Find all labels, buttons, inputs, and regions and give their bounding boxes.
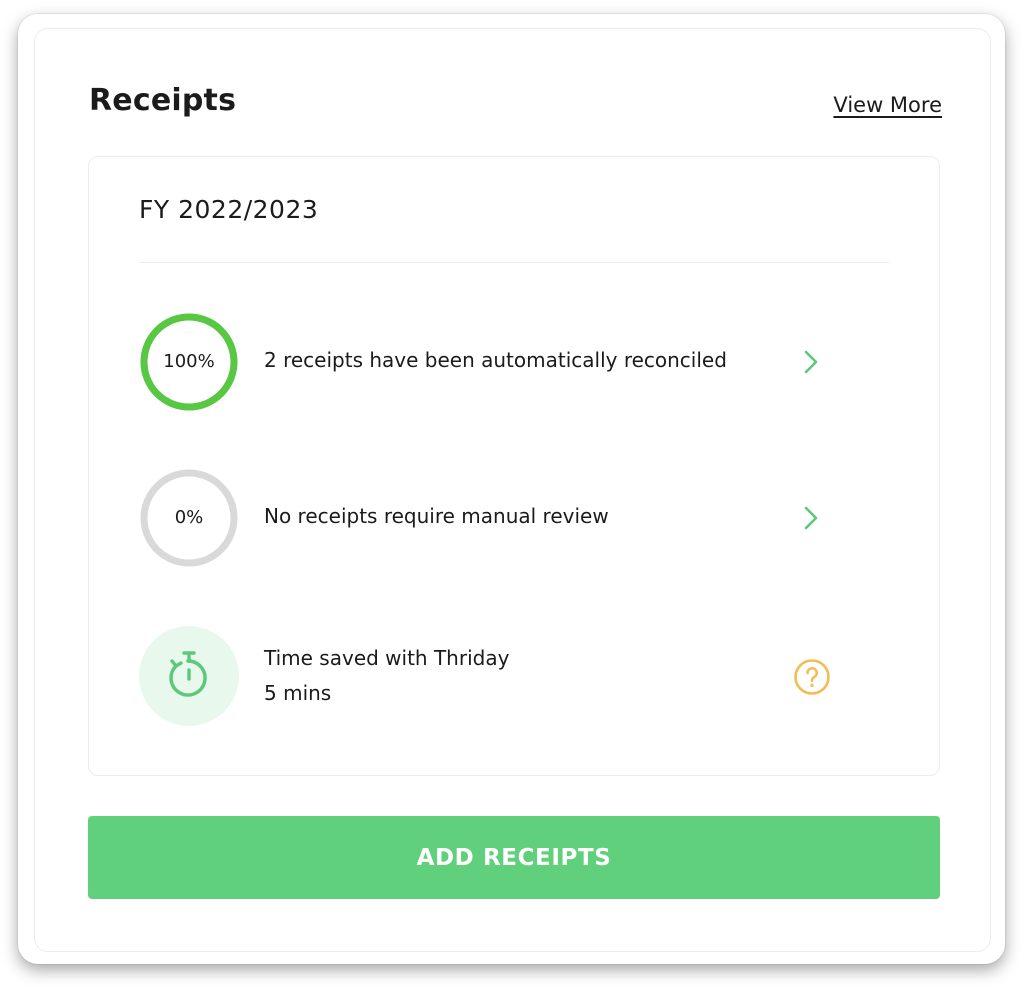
receipts-window: Receipts View More FY 2022/2023 100% 2 r… <box>18 14 1005 964</box>
manual-review-percent: 0% <box>174 507 204 528</box>
reconciled-row[interactable]: 100% 2 receipts have been automatically … <box>139 312 889 412</box>
manual-review-row[interactable]: 0% No receipts require manual review <box>139 468 889 568</box>
chevron-right-icon[interactable] <box>801 504 821 532</box>
question-circle-icon[interactable] <box>793 658 831 696</box>
fy-summary-panel: FY 2022/2023 100% 2 receipts have been a… <box>88 156 940 776</box>
receipts-card: Receipts View More FY 2022/2023 100% 2 r… <box>34 28 991 952</box>
time-saved-label: Time saved with Thriday <box>264 646 510 670</box>
chevron-right-icon[interactable] <box>801 348 821 376</box>
time-saved-value: 5 mins <box>264 681 332 705</box>
manual-review-text: No receipts require manual review <box>264 504 609 528</box>
reconciled-percent: 100% <box>163 351 215 372</box>
fiscal-year-label: FY 2022/2023 <box>139 195 319 224</box>
view-more-link[interactable]: View More <box>833 93 942 117</box>
timer-icon-badge <box>139 626 239 726</box>
add-receipts-button[interactable]: ADD RECEIPTS <box>88 816 940 899</box>
time-saved-row: Time saved with Thriday 5 mins <box>139 626 889 726</box>
reconciled-text: 2 receipts have been automatically recon… <box>264 348 727 372</box>
page-title: Receipts <box>89 83 237 118</box>
timer-icon <box>169 651 207 697</box>
divider <box>139 262 889 263</box>
